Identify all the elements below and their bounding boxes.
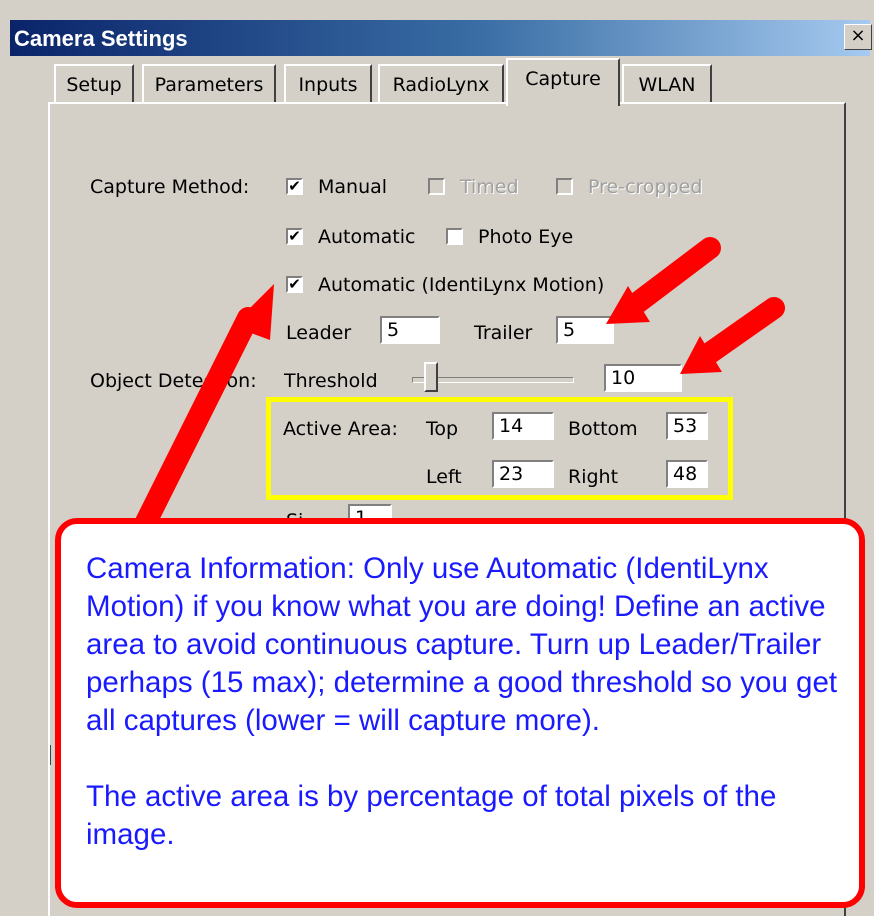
tab-setup[interactable]: Setup [54,64,134,104]
dialog-title: Camera Settings [14,26,188,51]
title-bar: Camera Settings [10,20,870,56]
tab-wlan[interactable]: WLAN [622,64,712,104]
close-button[interactable]: × [844,24,872,50]
note-text: Camera Information: Only use Automatic (… [86,552,838,851]
tab-capture[interactable]: Capture [506,58,620,106]
tab-radiolynx[interactable]: RadioLynx [378,64,504,104]
camera-settings-dialog: Camera Settings × Setup Parameters Input… [0,0,874,916]
tab-parameters[interactable]: Parameters [142,64,276,104]
camera-information-note: Camera Information: Only use Automatic (… [55,518,865,908]
tab-inputs[interactable]: Inputs [284,64,372,104]
active-area-highlight [266,397,733,500]
